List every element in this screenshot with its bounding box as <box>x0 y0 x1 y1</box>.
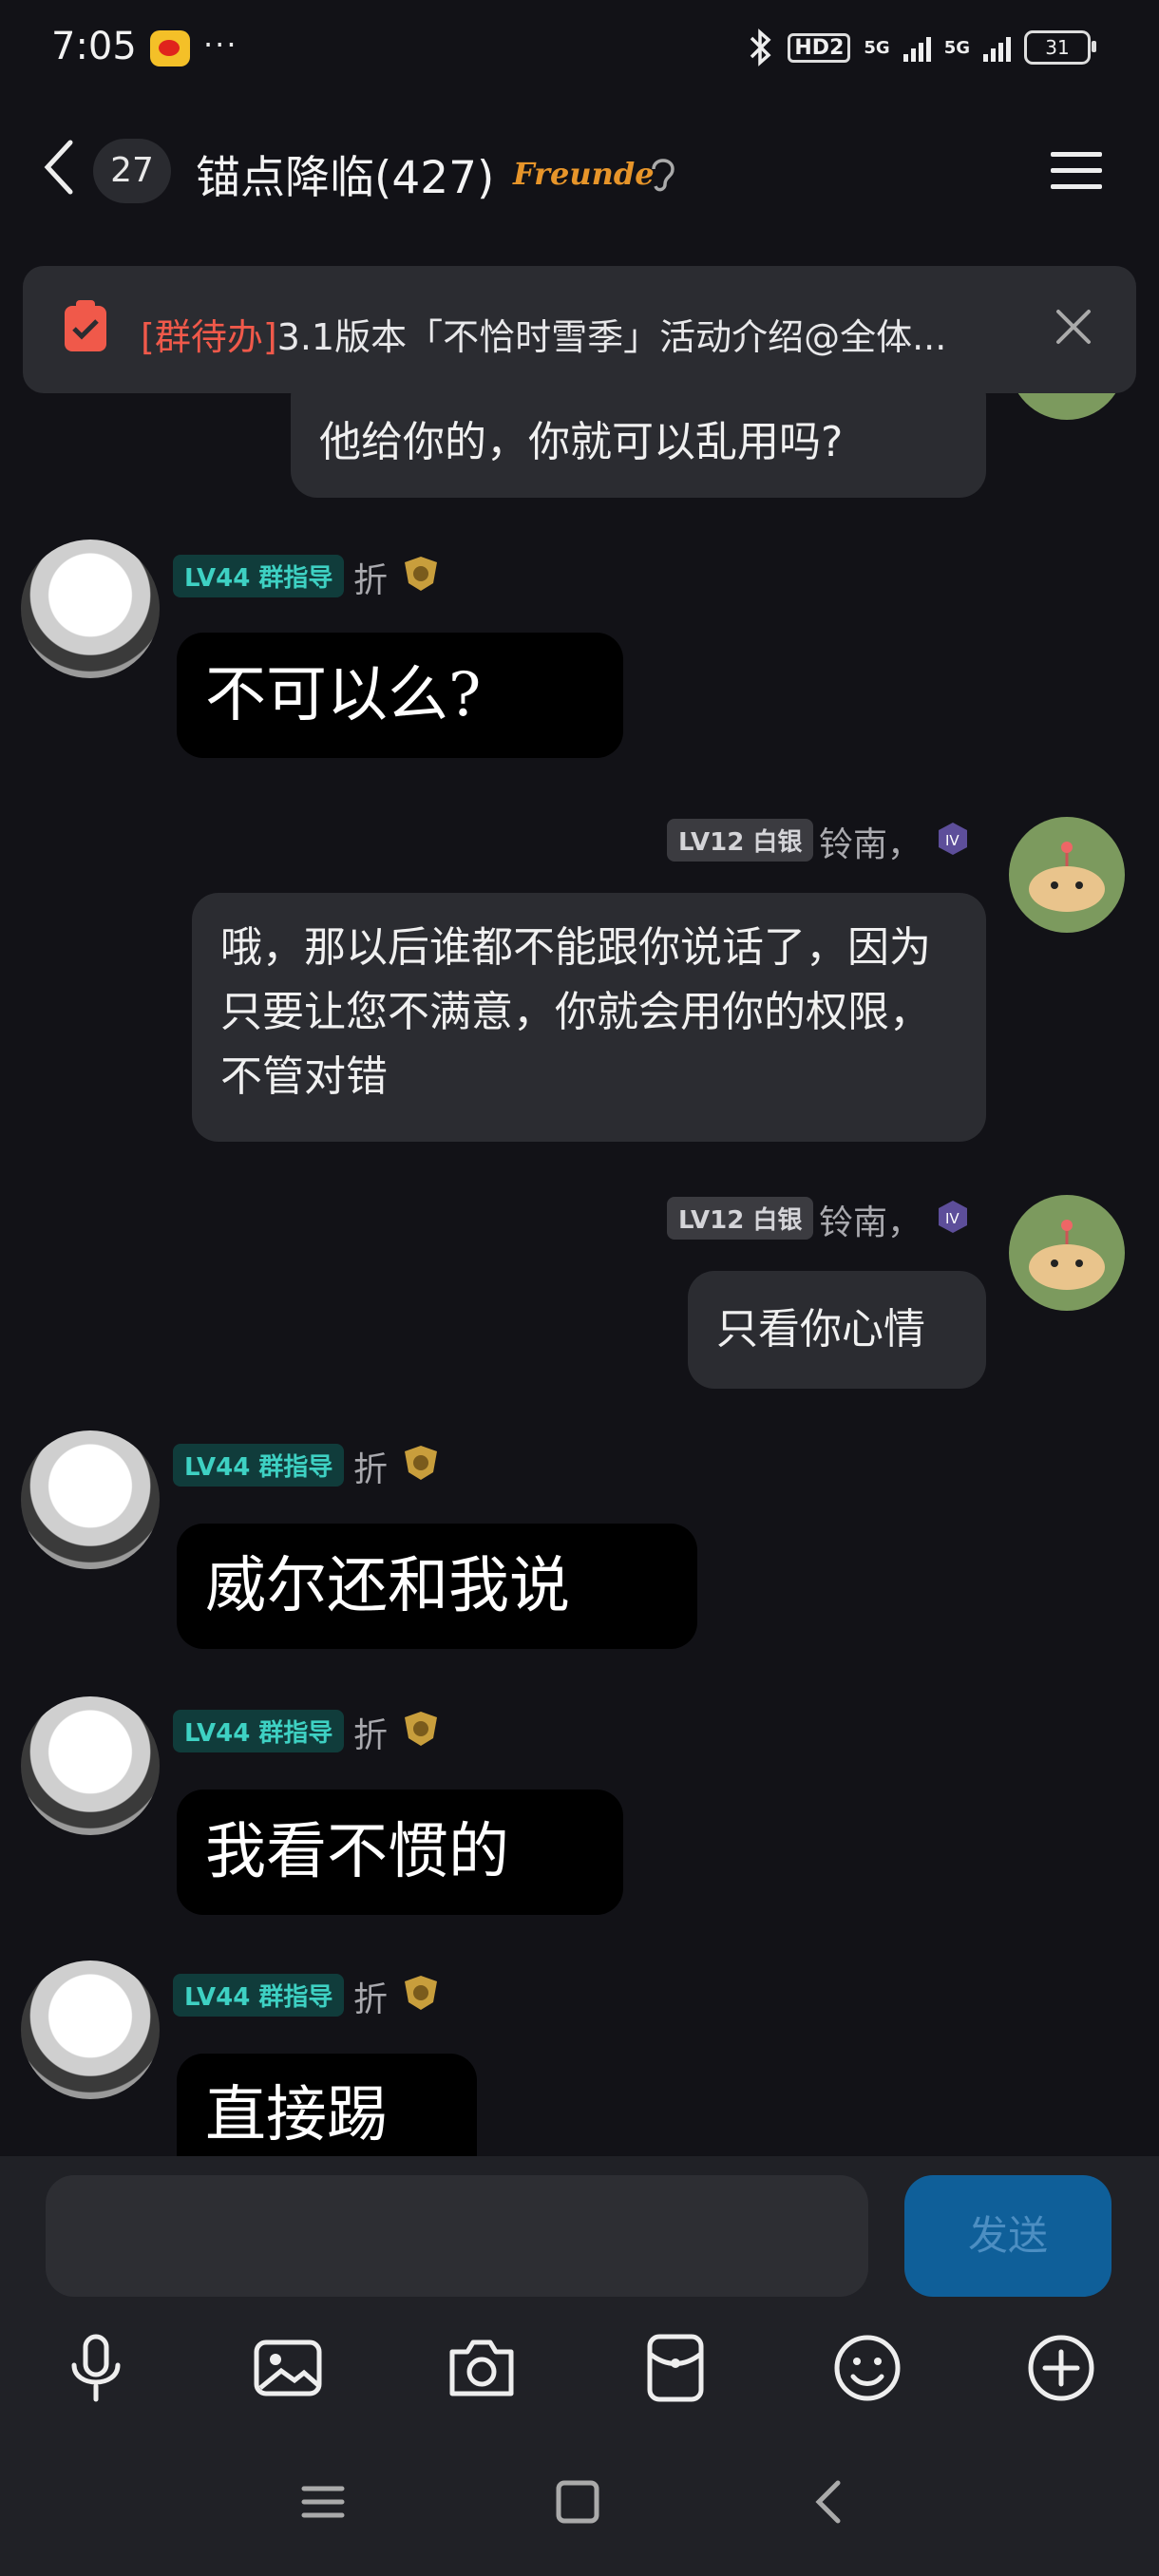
bluetooth-icon <box>750 28 771 66</box>
message-input[interactable] <box>46 2175 868 2297</box>
level-badge: LV44 群指导 <box>173 1710 345 1752</box>
todo-text[interactable]: [群待办]3.1版本「不恰时雪季」活动介绍@全体... <box>141 308 1053 360</box>
message-bubble[interactable]: 我看不惯的 <box>177 1790 623 1915</box>
emoji-icon[interactable] <box>832 2333 902 2403</box>
clipboard-icon <box>65 300 106 351</box>
microphone-icon[interactable] <box>61 2333 131 2403</box>
svg-text:IV: IV <box>945 832 960 849</box>
unread-count-badge[interactable]: 27 <box>93 139 171 203</box>
sender-name[interactable]: 铃南， <box>819 1195 922 1244</box>
vip-badge-icon: IV <box>939 1201 967 1233</box>
message-bubble[interactable]: 威尔还和我说 <box>177 1524 697 1649</box>
home-icon[interactable] <box>551 2475 604 2529</box>
message-bubble[interactable]: 哦，那以后谁都不能跟你说话了，因为只要让您不满意，你就会用你的权限，不管对错 <box>192 893 986 1142</box>
avatar[interactable] <box>21 1960 160 2099</box>
pinned-todo-banner[interactable]: [群待办]3.1版本「不恰时雪季」活动介绍@全体... <box>23 266 1136 393</box>
medal-icon <box>405 1712 437 1746</box>
hd-voice-icon: HD2 <box>788 32 851 63</box>
dog-avatar-icon <box>1029 1220 1105 1290</box>
back-icon[interactable] <box>40 139 78 196</box>
avatar[interactable] <box>21 1696 160 1835</box>
camera-icon[interactable] <box>446 2333 517 2403</box>
message-bubble[interactable]: 直接踢 <box>177 2054 477 2156</box>
todo-tag: [群待办] <box>141 316 277 358</box>
network-type-1: 5G <box>864 37 890 58</box>
send-button[interactable]: 发送 <box>904 2175 1112 2297</box>
sender-name[interactable]: 折 <box>353 553 388 602</box>
sender-name[interactable]: 折 <box>353 1972 388 2021</box>
level-badge: LV12 白银 <box>667 1197 814 1240</box>
avatar[interactable] <box>21 1430 160 1569</box>
recent-apps-icon[interactable] <box>296 2475 350 2529</box>
chat-title[interactable]: 锚点降临(427) <box>196 141 494 206</box>
avatar[interactable] <box>1009 1195 1125 1311</box>
dog-avatar-icon <box>1029 842 1105 912</box>
signal-strength-icon-2 <box>983 33 1011 62</box>
vip-badge-icon: IV <box>939 823 967 855</box>
nav-back-icon[interactable] <box>804 2475 857 2529</box>
battery-icon: 31 <box>1024 30 1096 65</box>
more-notifications-indicator: ··· <box>203 27 238 63</box>
medal-icon <box>405 557 437 591</box>
group-logo: Freunde <box>513 156 655 192</box>
red-packet-icon[interactable] <box>640 2333 711 2403</box>
status-indicators: HD2 5G 5G 31 <box>746 27 1096 68</box>
network-type-2: 5G <box>943 37 970 58</box>
signal-strength-icon-1 <box>902 33 931 62</box>
close-icon[interactable] <box>1053 306 1094 348</box>
avatar[interactable] <box>1009 817 1125 933</box>
sender-name[interactable]: 折 <box>353 1708 388 1757</box>
avatar[interactable] <box>21 540 160 678</box>
weibo-notification-icon <box>150 30 190 66</box>
message-bubble[interactable]: 只看你心情 <box>688 1271 986 1389</box>
level-badge: LV44 群指导 <box>173 1974 345 2017</box>
svg-text:IV: IV <box>945 1210 960 1227</box>
sender-name[interactable]: 折 <box>353 1442 388 1491</box>
menu-icon[interactable] <box>1049 150 1104 192</box>
sender-name[interactable]: 铃南， <box>819 817 922 866</box>
todo-content: 3.1版本「不恰时雪季」活动介绍@全体... <box>276 316 947 358</box>
message-bubble[interactable]: 不可以么? <box>177 633 623 758</box>
level-badge: LV12 白银 <box>667 819 814 862</box>
status-time: 7:05 <box>51 25 137 68</box>
ear-icon[interactable] <box>646 152 680 194</box>
medal-icon <box>405 1976 437 2010</box>
level-badge: LV44 群指导 <box>173 555 345 597</box>
level-badge: LV44 群指导 <box>173 1444 345 1487</box>
image-icon[interactable] <box>253 2333 323 2403</box>
medal-icon <box>405 1446 437 1480</box>
plus-icon[interactable] <box>1026 2333 1096 2403</box>
